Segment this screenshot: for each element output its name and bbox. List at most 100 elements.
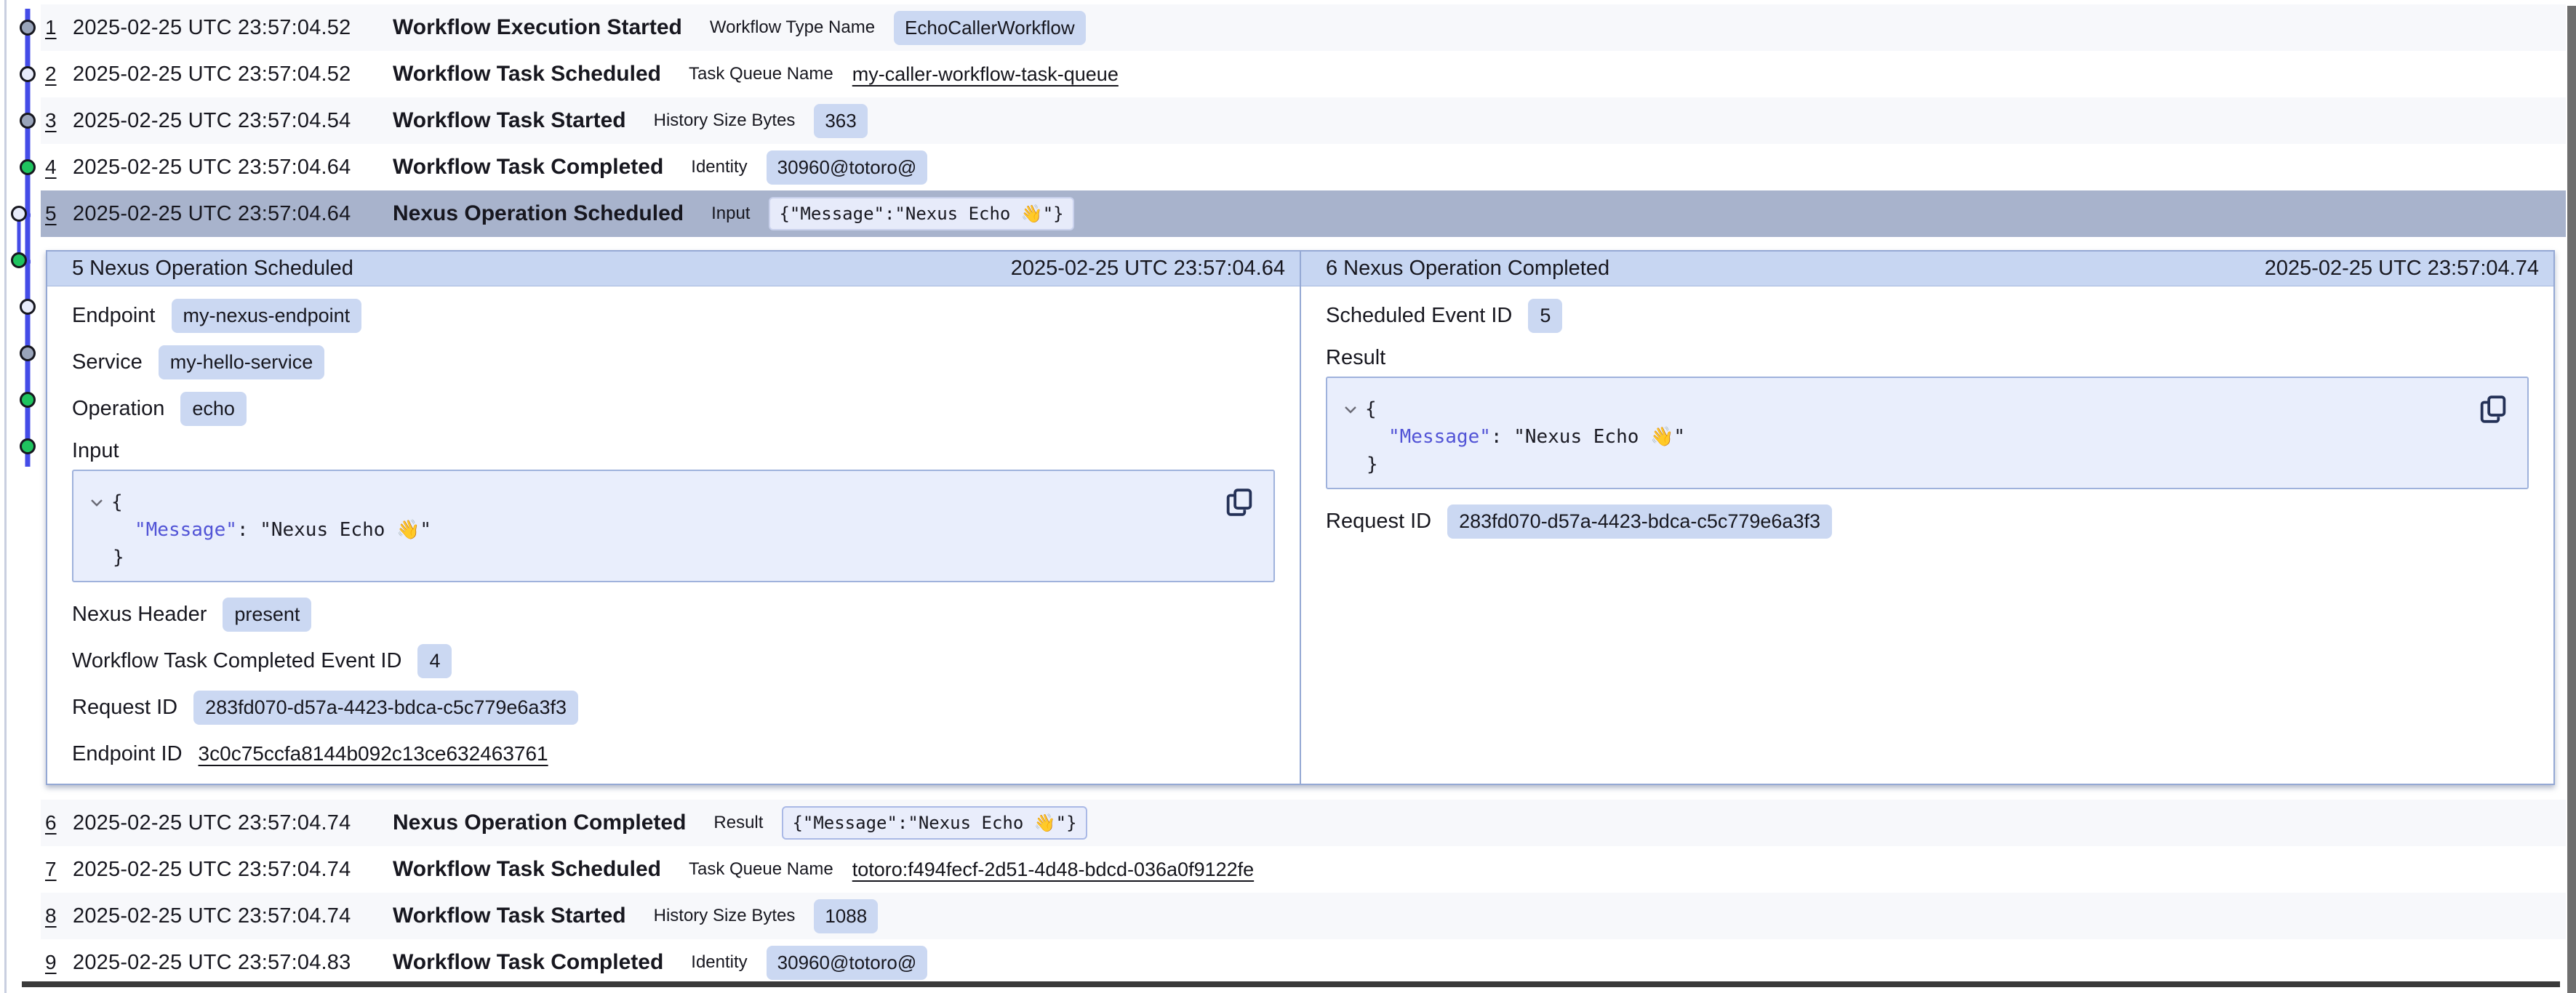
- copy-icon[interactable]: [1225, 487, 1253, 518]
- event-row-6[interactable]: 6 2025-02-25 UTC 23:57:04.74 Nexus Opera…: [41, 800, 2566, 846]
- event-attr-value-badge: EchoCallerWorkflow: [894, 11, 1086, 45]
- field-label: Endpoint: [72, 304, 156, 328]
- horizontal-scrollbar-thumb[interactable]: [22, 981, 2560, 987]
- field-label: Request ID: [72, 696, 177, 720]
- detail-field-service: Service my-hello-service: [72, 339, 1275, 385]
- detail-field-result-label: Result: [1326, 339, 2529, 377]
- timeline-event-dot[interactable]: [12, 254, 26, 268]
- vertical-scrollbar-thumb[interactable]: [2567, 6, 2576, 993]
- detail-field-request-id: Request ID 283fd070-d57a-4423-bdca-c5c77…: [1326, 498, 2529, 544]
- payload-chip: {"Message":"Nexus Echo 👋"}: [782, 806, 1087, 840]
- event-detail-header: 5 Nexus Operation Scheduled 2025-02-25 U…: [47, 252, 1300, 286]
- event-detail-header: 6 Nexus Operation Completed 2025-02-25 U…: [1301, 252, 2553, 286]
- event-history-table: 1 2025-02-25 UTC 23:57:04.52 Workflow Ex…: [41, 0, 2566, 993]
- timeline-event-dot[interactable]: [21, 393, 35, 407]
- field-label: Input: [72, 439, 119, 463]
- detail-field-nexus-header: Nexus Header present: [72, 591, 1275, 638]
- event-timestamp: 2025-02-25 UTC 23:57:04.52: [73, 16, 393, 40]
- event-name: Workflow Execution Started: [393, 15, 682, 40]
- code-line: }: [1343, 451, 2508, 478]
- result-payload-viewer: { "Message": "Nexus Echo 👋" }: [1326, 377, 2529, 489]
- event-attr-label: History Size Bytes: [654, 110, 796, 131]
- timeline-event-dot[interactable]: [21, 161, 35, 174]
- event-attr-value-badge: 1088: [814, 899, 878, 933]
- event-id-link[interactable]: 6: [45, 811, 73, 835]
- timeline-event-dot[interactable]: [21, 114, 35, 128]
- chevron-down-icon[interactable]: [89, 489, 111, 516]
- event-detail-panel-completed: 6 Nexus Operation Completed 2025-02-25 U…: [1301, 252, 2553, 784]
- event-name: Workflow Task Completed: [393, 155, 663, 180]
- event-id-link[interactable]: 2: [45, 63, 73, 86]
- task-queue-link[interactable]: totoro:f494fecf-2d51-4d48-bdcd-036a0f912…: [852, 859, 1254, 881]
- event-attr-label: Result: [713, 813, 763, 833]
- timeline-event-dot[interactable]: [21, 347, 35, 361]
- field-label: Operation: [72, 397, 164, 421]
- field-value-badge: 4: [417, 644, 452, 678]
- event-id-link[interactable]: 9: [45, 951, 73, 974]
- chevron-down-icon[interactable]: [1343, 395, 1365, 423]
- timeline-event-dot[interactable]: [21, 68, 35, 81]
- event-detail-title: 5 Nexus Operation Scheduled: [72, 257, 353, 281]
- field-value-badge: echo: [180, 392, 247, 426]
- field-value-badge: 283fd070-d57a-4423-bdca-c5c779e6a3f3: [193, 691, 578, 725]
- field-value-badge: 283fd070-d57a-4423-bdca-c5c779e6a3f3: [1447, 504, 1832, 539]
- detail-field-operation: Operation echo: [72, 385, 1275, 432]
- event-row-4[interactable]: 4 2025-02-25 UTC 23:57:04.64 Workflow Ta…: [41, 144, 2566, 190]
- event-id-link[interactable]: 4: [45, 156, 73, 179]
- event-detail-timestamp: 2025-02-25 UTC 23:57:04.64: [1011, 257, 1285, 281]
- event-attr-label: Input: [711, 204, 750, 224]
- event-row-7[interactable]: 7 2025-02-25 UTC 23:57:04.74 Workflow Ta…: [41, 846, 2566, 893]
- event-row-1[interactable]: 1 2025-02-25 UTC 23:57:04.52 Workflow Ex…: [41, 4, 2566, 51]
- field-label: Endpoint ID: [72, 742, 183, 766]
- input-payload-viewer: { "Message": "Nexus Echo 👋" }: [72, 470, 1275, 582]
- field-label: Scheduled Event ID: [1326, 304, 1512, 328]
- event-detail-body: Endpoint my-nexus-endpoint Service my-he…: [47, 286, 1300, 784]
- event-row-3[interactable]: 3 2025-02-25 UTC 23:57:04.54 Workflow Ta…: [41, 97, 2566, 144]
- event-timestamp: 2025-02-25 UTC 23:57:04.54: [73, 109, 393, 133]
- event-name: Workflow Task Started: [393, 904, 626, 928]
- event-attr-value-badge: 30960@totoro@: [767, 150, 928, 185]
- event-id-link[interactable]: 1: [45, 16, 73, 39]
- event-attr-label: Workflow Type Name: [710, 17, 875, 38]
- task-queue-link[interactable]: my-caller-workflow-task-queue: [852, 63, 1119, 86]
- event-id-link[interactable]: 7: [45, 858, 73, 881]
- event-row-5-selected[interactable]: 5 2025-02-25 UTC 23:57:04.64 Nexus Opera…: [41, 190, 2566, 237]
- timeline-event-dot[interactable]: [21, 440, 35, 454]
- event-detail-title: 6 Nexus Operation Completed: [1326, 257, 1609, 281]
- event-timestamp: 2025-02-25 UTC 23:57:04.74: [73, 811, 393, 835]
- event-row-2[interactable]: 2 2025-02-25 UTC 23:57:04.52 Workflow Ta…: [41, 51, 2566, 97]
- detail-field-input-label: Input: [72, 432, 1275, 470]
- event-name: Nexus Operation Scheduled: [393, 201, 684, 226]
- code-line: {: [1343, 395, 2508, 423]
- timeline-event-dot[interactable]: [21, 21, 35, 35]
- payload-chip: {"Message":"Nexus Echo 👋"}: [769, 197, 1073, 230]
- event-attr-label: Identity: [691, 157, 747, 177]
- field-value-badge: my-nexus-endpoint: [172, 299, 362, 333]
- field-value-badge: present: [223, 598, 311, 632]
- detail-field-scheduled-event-id: Scheduled Event ID 5: [1326, 292, 2529, 339]
- json-key: "Message": [135, 519, 237, 541]
- code-line: }: [89, 544, 1255, 571]
- detail-field-endpoint-id: Endpoint ID 3c0c75ccfa8144b092c13ce63246…: [72, 731, 1275, 777]
- timeline-graph: [0, 0, 41, 494]
- event-timestamp: 2025-02-25 UTC 23:57:04.74: [73, 858, 393, 882]
- detail-field-request-id: Request ID 283fd070-d57a-4423-bdca-c5c77…: [72, 684, 1275, 731]
- event-id-link[interactable]: 8: [45, 904, 73, 928]
- event-detail-group: 5 Nexus Operation Scheduled 2025-02-25 U…: [46, 250, 2555, 785]
- event-timestamp: 2025-02-25 UTC 23:57:04.74: [73, 904, 393, 928]
- event-name: Workflow Task Scheduled: [393, 62, 661, 87]
- event-detail-body: Scheduled Event ID 5 Result { "Message":…: [1301, 286, 2553, 784]
- event-detail-panel-scheduled: 5 Nexus Operation Scheduled 2025-02-25 U…: [47, 252, 1300, 784]
- event-id-link[interactable]: 5: [45, 202, 73, 225]
- event-row-8[interactable]: 8 2025-02-25 UTC 23:57:04.74 Workflow Ta…: [41, 893, 2566, 939]
- field-label: Request ID: [1326, 510, 1431, 534]
- json-key: "Message": [1388, 426, 1491, 448]
- event-timestamp: 2025-02-25 UTC 23:57:04.52: [73, 63, 393, 87]
- timeline-event-dot[interactable]: [12, 207, 26, 221]
- event-id-link[interactable]: 3: [45, 109, 73, 132]
- event-row-9[interactable]: 9 2025-02-25 UTC 23:57:04.83 Workflow Ta…: [41, 939, 2566, 986]
- field-label: Result: [1326, 346, 1385, 370]
- timeline-event-dot[interactable]: [21, 300, 35, 314]
- copy-icon[interactable]: [2479, 394, 2507, 425]
- endpoint-id-link[interactable]: 3c0c75ccfa8144b092c13ce632463761: [199, 742, 548, 765]
